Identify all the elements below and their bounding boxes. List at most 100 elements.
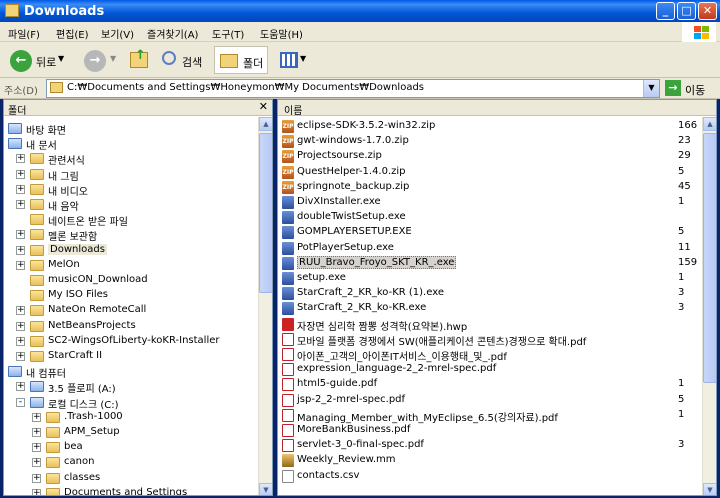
expand-icon[interactable]: +	[16, 230, 25, 240]
menu-view[interactable]: 보기(V)	[101, 26, 134, 41]
file-row[interactable]: Managing_Member_with_MyEclipse_6.5(강의자료)…	[282, 408, 702, 424]
tree-item[interactable]: +3.5 플로피 (A:)	[4, 379, 254, 395]
expand-icon[interactable]: +	[32, 488, 41, 495]
tree-item[interactable]: + NetBeansProjects	[4, 319, 254, 334]
file-list-scrollbar[interactable]: ▲ ▼	[702, 117, 716, 495]
tree-item[interactable]: + 내 그림	[4, 167, 254, 183]
file-row[interactable]: expression_language-2_2-mrel-spec.pdf	[282, 362, 702, 377]
expand-icon[interactable]: +	[32, 412, 41, 422]
tree-item[interactable]: + classes	[4, 471, 254, 486]
scroll-down-icon[interactable]: ▼	[259, 483, 272, 495]
menu-favorites[interactable]: 즐겨찾기(A)	[147, 26, 198, 41]
file-row[interactable]: setup.exe 1	[282, 271, 702, 286]
expand-icon[interactable]: +	[16, 306, 25, 316]
tree-item[interactable]: + 내 비디오	[4, 182, 254, 198]
go-button[interactable]: → 이동	[665, 80, 719, 97]
folders-button[interactable]: 폴더	[214, 46, 268, 74]
expand-icon[interactable]: +	[16, 245, 25, 255]
file-row[interactable]: ZIP gwt-windows-1.7.0.zip 23	[282, 134, 702, 149]
file-row[interactable]: StarCraft_2_KR_ko-KR.exe 3	[282, 301, 702, 316]
tree-item[interactable]: + MelOn	[4, 258, 254, 273]
tree-item[interactable]: + canon	[4, 455, 254, 470]
tree-item[interactable]: + 멜론 보관함	[4, 227, 254, 243]
file-row[interactable]: ZIP eclipse-SDK-3.5.2-win32.zip 166	[282, 119, 702, 134]
tree-item[interactable]: + SC2-WingsOfLiberty-koKR-Installer	[4, 334, 254, 349]
file-row[interactable]: StarCraft_2_KR_ko-KR (1).exe 3	[282, 286, 702, 301]
menu-tools[interactable]: 도구(T)	[212, 26, 244, 41]
tree-item[interactable]: + bea	[4, 440, 254, 455]
file-row[interactable]: RUU_Bravo_Froyo_SKT_KR_.exe 159	[282, 255, 702, 271]
scroll-up-icon[interactable]: ▲	[703, 117, 716, 131]
expand-icon[interactable]: +	[16, 169, 25, 179]
tree-scrollbar[interactable]: ▲ ▼	[258, 117, 272, 495]
file-row[interactable]: 모바일 플랫폼 경쟁에서 SW(애플리케이션 콘텐츠)경쟁으로 확대.pdf	[282, 332, 702, 348]
tree-item[interactable]: 바탕 화면	[4, 121, 254, 137]
expand-icon[interactable]: +	[32, 473, 41, 483]
chevron-down-icon[interactable]: ▼	[300, 54, 306, 63]
menu-edit[interactable]: 편집(E)	[56, 26, 89, 41]
file-row[interactable]: Weekly_Review.mm	[282, 453, 702, 468]
chevron-down-icon[interactable]: ▼	[58, 54, 64, 63]
tree-item[interactable]: + NateOn RemoteCall	[4, 303, 254, 318]
up-folder-button[interactable]: ↑	[126, 46, 152, 74]
expand-icon[interactable]: +	[16, 200, 25, 209]
title-bar[interactable]: Downloads _ □ ✕	[0, 0, 720, 22]
file-row[interactable]: html5-guide.pdf 1	[282, 377, 702, 392]
expand-icon[interactable]: +	[16, 260, 25, 270]
tree-item[interactable]: 네이트온 받은 파일	[4, 212, 254, 228]
chevron-down-icon[interactable]: ▼	[643, 80, 659, 97]
tree-item[interactable]: My ISO Files	[4, 288, 254, 303]
menu-file[interactable]: 파일(F)	[8, 26, 40, 41]
file-row[interactable]: doubleTwistSetup.exe	[282, 210, 702, 225]
tree-item[interactable]: -내 문서	[4, 136, 254, 152]
file-row[interactable]: servlet-3_0-final-spec.pdf 3	[282, 438, 702, 453]
expand-icon[interactable]: +	[16, 321, 25, 331]
tree-scroll-thumb[interactable]	[259, 133, 272, 293]
tree-item[interactable]: + .Trash-1000	[4, 410, 254, 425]
tree-item[interactable]: - 로컬 디스크 (C:)	[4, 395, 254, 411]
scroll-down-icon[interactable]: ▼	[703, 483, 716, 495]
file-list-scroll-thumb[interactable]	[703, 133, 716, 383]
search-button[interactable]: 검색	[158, 46, 210, 74]
close-icon[interactable]: ✕	[259, 100, 268, 113]
tree-item[interactable]: musicON_Download	[4, 273, 254, 288]
forward-button[interactable]: → ▼	[80, 46, 120, 74]
tree-item[interactable]: + 내 음악	[4, 197, 254, 213]
address-field[interactable]: C:₩Documents and Settings₩Honeymon₩My Do…	[46, 79, 660, 98]
collapse-icon[interactable]: -	[16, 397, 25, 407]
close-button[interactable]: ✕	[698, 2, 717, 20]
tree-item[interactable]: + 관련서식	[4, 151, 254, 167]
expand-icon[interactable]: +	[16, 336, 25, 346]
menu-help[interactable]: 도움말(H)	[260, 26, 303, 41]
file-row[interactable]: 아이폰_고객의_아이폰IT서비스_이용행태_및_.pdf	[282, 347, 702, 363]
views-button[interactable]: ▼	[276, 46, 308, 74]
back-button[interactable]: ← 뒤로 ▼	[6, 46, 70, 74]
file-row[interactable]: 자장면 심리학 짬뽕 성격학(요약본).hwp	[282, 317, 702, 333]
expand-icon[interactable]: +	[16, 352, 25, 361]
expand-icon[interactable]: +	[16, 184, 25, 194]
tree-item[interactable]: + StarCraft II	[4, 349, 254, 364]
tree-item[interactable]: + Downloads	[4, 243, 254, 258]
scroll-up-icon[interactable]: ▲	[259, 117, 272, 131]
expand-icon[interactable]: +	[32, 428, 41, 437]
file-row[interactable]: jsp-2_2-mrel-spec.pdf 5	[282, 393, 702, 408]
maximize-button[interactable]: □	[677, 2, 696, 20]
name-column-header[interactable]: 이름	[284, 102, 302, 117]
file-row[interactable]: PotPlayerSetup.exe 11	[282, 241, 702, 256]
expand-icon[interactable]: +	[32, 458, 41, 468]
file-row[interactable]: contacts.csv	[282, 469, 702, 484]
tree-item[interactable]: + Documents and Settings	[4, 486, 254, 495]
file-row[interactable]: DivXInstaller.exe 1	[282, 195, 702, 210]
tree-item[interactable]: + APM_Setup	[4, 425, 254, 440]
expand-icon[interactable]: +	[16, 154, 25, 164]
chevron-down-icon[interactable]: ▼	[110, 54, 116, 63]
expand-icon[interactable]: +	[32, 443, 41, 453]
expand-icon[interactable]: +	[16, 382, 25, 392]
file-row[interactable]: MoreBankBusiness.pdf	[282, 423, 702, 438]
file-row[interactable]: ZIP Projectsourse.zip 29	[282, 149, 702, 164]
tree-item[interactable]: -내 컴퓨터	[4, 364, 254, 380]
file-row[interactable]: ZIP QuestHelper-1.4.0.zip 5	[282, 165, 702, 180]
file-row[interactable]: ZIP springnote_backup.zip 45	[282, 180, 702, 195]
file-row[interactable]: GOMPLAYERSETUP.EXE 5	[282, 225, 702, 240]
minimize-button[interactable]: _	[656, 2, 675, 20]
